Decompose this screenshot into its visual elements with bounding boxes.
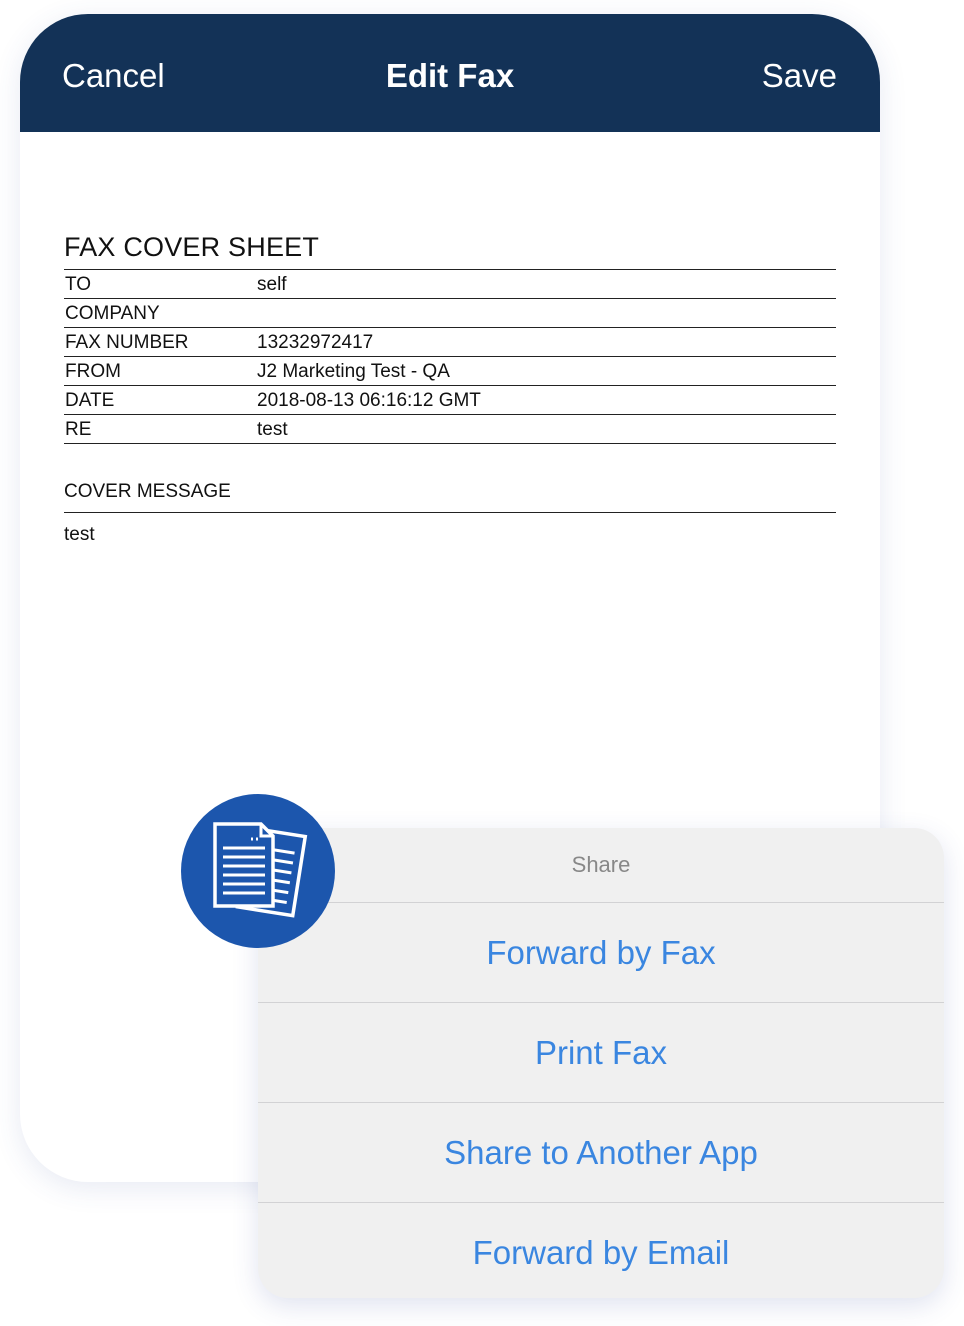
fax-row-fax-number: FAX NUMBER 13232972417 [64, 328, 836, 357]
cover-message-label: COVER MESSAGE [64, 480, 836, 513]
fax-document-preview: FAX COVER SHEET TO self COMPANY FAX NUMB… [64, 230, 836, 547]
navigation-bar: Cancel Edit Fax Save [20, 14, 880, 132]
fax-row-date: DATE 2018-08-13 06:16:12 GMT [64, 386, 836, 415]
forward-by-fax-button[interactable]: Forward by Fax [258, 903, 944, 1003]
row-value: 13232972417 [257, 332, 374, 353]
row-label: DATE [65, 390, 115, 411]
documents-icon [213, 822, 308, 918]
fax-details-table: TO self COMPANY FAX NUMBER 13232972417 F… [64, 269, 836, 444]
fax-row-company: COMPANY [64, 299, 836, 328]
documents-badge [181, 794, 335, 948]
forward-by-email-button[interactable]: Forward by Email [258, 1203, 944, 1298]
share-sheet-title: Share [258, 828, 944, 903]
fax-row-to: TO self [64, 270, 836, 299]
share-to-another-app-button[interactable]: Share to Another App [258, 1103, 944, 1203]
row-value: test [257, 419, 288, 440]
row-label: TO [65, 274, 92, 295]
fax-row-from: FROM J2 Marketing Test - QA [64, 357, 836, 386]
print-fax-button[interactable]: Print Fax [258, 1003, 944, 1103]
page-title: Edit Fax [385, 57, 515, 94]
row-label: FROM [65, 361, 121, 382]
row-label: RE [65, 419, 92, 440]
row-value: 2018-08-13 06:16:12 GMT [257, 390, 481, 411]
cover-message-text: test [64, 524, 95, 545]
row-label: COMPANY [65, 303, 160, 324]
save-button[interactable]: Save [762, 56, 837, 96]
fax-row-re: RE test [64, 415, 836, 444]
row-value: J2 Marketing Test - QA [257, 361, 450, 382]
share-action-sheet: Share Forward by Fax Print Fax Share to … [258, 828, 944, 1298]
row-label: FAX NUMBER [65, 332, 189, 353]
document-title: FAX COVER SHEET [64, 232, 320, 262]
row-value: self [257, 274, 287, 295]
